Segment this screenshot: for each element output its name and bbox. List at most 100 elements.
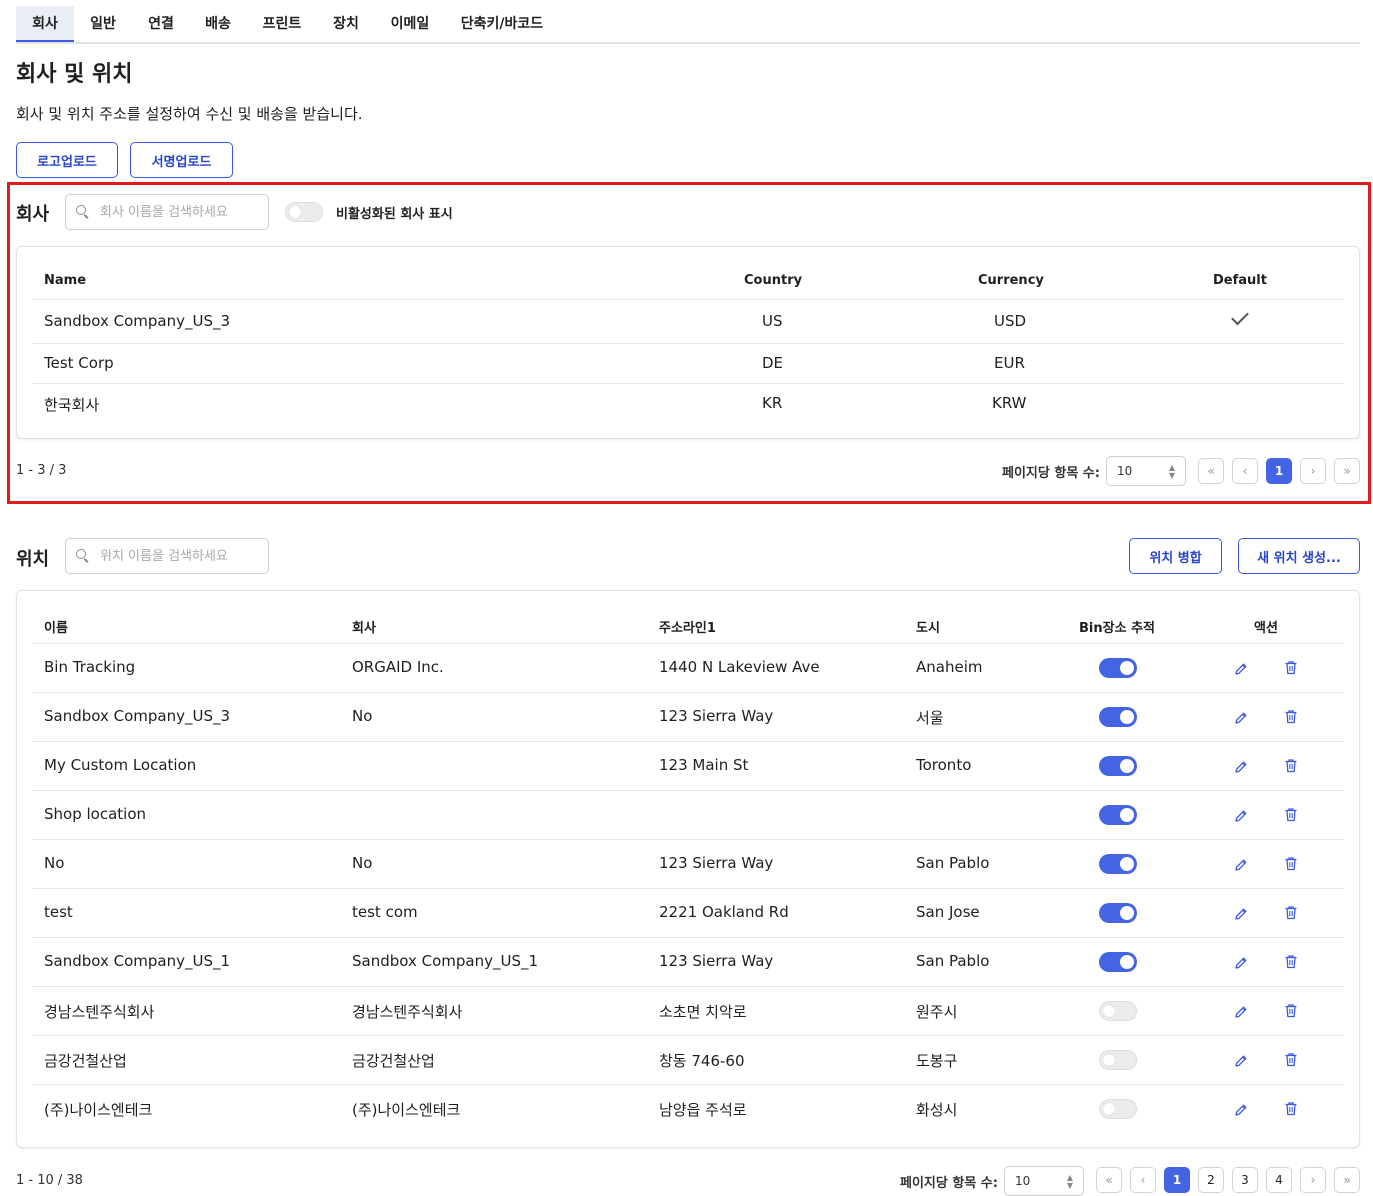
bin-tracking-toggle[interactable]	[1099, 1099, 1137, 1119]
edit-icon[interactable]	[1234, 1102, 1248, 1116]
column-header-country[interactable]: Country	[744, 273, 802, 288]
column-header-currency[interactable]: Currency	[978, 273, 1044, 288]
page-button-1[interactable]: 1	[1164, 1167, 1190, 1193]
show-inactive-toggle[interactable]	[285, 202, 323, 222]
location-company: Sandbox Company_US_1	[352, 952, 539, 970]
location-company: No	[352, 707, 373, 725]
trash-icon[interactable]	[1284, 709, 1298, 724]
company-name: 한국회사	[44, 396, 100, 414]
tab-shipping[interactable]: 배송	[190, 6, 246, 42]
upload-signature-button[interactable]: 서명업로드	[130, 142, 233, 178]
page-button-1[interactable]: 1	[1266, 458, 1292, 484]
bin-tracking-toggle[interactable]	[1099, 952, 1137, 972]
location-pagination-range: 1 - 10 / 38	[16, 1173, 83, 1188]
company-per-page-select[interactable]: 10 ▲ ▼	[1106, 456, 1186, 486]
tab-email[interactable]: 이메일	[374, 6, 446, 42]
company-pagination-range: 1 - 3 / 3	[16, 463, 67, 478]
column-header-company[interactable]: 회사	[352, 617, 376, 636]
bin-tracking-toggle[interactable]	[1099, 1001, 1137, 1021]
trash-icon[interactable]	[1284, 660, 1298, 675]
row-divider	[33, 1035, 1344, 1036]
company-search[interactable]	[65, 194, 269, 230]
chevron-double-left-icon[interactable]: «	[1198, 458, 1224, 484]
tab-company[interactable]: 회사	[16, 6, 74, 42]
location-company: (주)나이스엔테크	[352, 1101, 461, 1119]
trash-icon[interactable]	[1284, 1101, 1298, 1116]
trash-icon[interactable]	[1284, 1003, 1298, 1018]
edit-icon[interactable]	[1234, 906, 1248, 920]
tab-print[interactable]: 프린트	[246, 6, 318, 42]
page-button-3[interactable]: 3	[1232, 1167, 1258, 1193]
chevron-up-down-icon: ▲ ▼	[1168, 463, 1175, 480]
tab-general[interactable]: 일반	[74, 6, 132, 42]
page-title: 회사 및 위치	[16, 62, 133, 87]
edit-icon[interactable]	[1234, 857, 1248, 871]
location-search-input[interactable]	[100, 548, 260, 564]
location-search[interactable]	[65, 538, 269, 574]
page-button-2[interactable]: 2	[1198, 1167, 1224, 1193]
column-header-bin-tracking[interactable]: Bin장소 추적	[1079, 617, 1155, 636]
merge-locations-button[interactable]: 위치 병합	[1129, 538, 1222, 574]
column-header-city[interactable]: 도시	[916, 617, 940, 636]
company-currency: EUR	[994, 354, 1025, 372]
trash-icon[interactable]	[1284, 954, 1298, 969]
chevron-left-icon[interactable]: ‹	[1232, 458, 1258, 484]
column-header-name[interactable]: Name	[44, 273, 86, 288]
column-header-action: 액션	[1254, 621, 1278, 636]
bin-tracking-toggle[interactable]	[1099, 1050, 1137, 1070]
edit-icon[interactable]	[1234, 661, 1248, 675]
edit-icon[interactable]	[1234, 710, 1248, 724]
bin-tracking-toggle[interactable]	[1099, 854, 1137, 874]
trash-icon[interactable]	[1284, 1052, 1298, 1067]
location-address: 123 Main St	[659, 756, 749, 774]
row-divider	[33, 839, 1344, 840]
chevron-up-down-icon: ▲ ▼	[1066, 1173, 1073, 1190]
bin-tracking-toggle[interactable]	[1099, 756, 1137, 776]
column-header-default[interactable]: Default	[1213, 273, 1267, 288]
location-address: 2221 Oakland Rd	[659, 903, 789, 921]
column-header-address[interactable]: 주소라인1	[659, 617, 716, 636]
page-button-4[interactable]: 4	[1266, 1167, 1292, 1193]
row-divider	[33, 1084, 1344, 1085]
location-per-page-select[interactable]: 10 ▲ ▼	[1004, 1166, 1084, 1196]
tab-shortcuts-barcode[interactable]: 단축키/바코드	[446, 6, 558, 42]
trash-icon[interactable]	[1284, 905, 1298, 920]
edit-icon[interactable]	[1234, 955, 1248, 969]
create-location-button[interactable]: 새 위치 생성...	[1238, 538, 1360, 574]
location-name: 경남스텐주식회사	[44, 1003, 155, 1021]
location-name: Shop location	[44, 805, 147, 823]
chevron-double-right-icon[interactable]: »	[1334, 1167, 1360, 1193]
bin-tracking-toggle[interactable]	[1099, 903, 1137, 923]
chevron-double-left-icon[interactable]: «	[1096, 1167, 1122, 1193]
chevron-right-icon[interactable]: ›	[1300, 458, 1326, 484]
edit-icon[interactable]	[1234, 759, 1248, 773]
bin-tracking-toggle[interactable]	[1099, 658, 1137, 678]
location-company: test com	[352, 903, 418, 921]
company-search-input[interactable]	[100, 204, 260, 220]
edit-icon[interactable]	[1234, 808, 1248, 822]
column-header-name[interactable]: 이름	[44, 617, 68, 636]
tab-device[interactable]: 장치	[318, 6, 374, 42]
chevron-left-icon[interactable]: ‹	[1130, 1167, 1156, 1193]
edit-icon[interactable]	[1234, 1004, 1248, 1018]
edit-icon[interactable]	[1234, 1053, 1248, 1067]
row-divider	[33, 383, 1344, 384]
chevron-double-right-icon[interactable]: »	[1334, 458, 1360, 484]
company-country: KR	[762, 394, 783, 412]
location-city: 도봉구	[916, 1052, 958, 1070]
row-divider	[33, 790, 1344, 791]
trash-icon[interactable]	[1284, 758, 1298, 773]
location-name: Bin Tracking	[44, 658, 136, 676]
bin-tracking-toggle[interactable]	[1099, 707, 1137, 727]
company-name: Test Corp	[44, 354, 114, 372]
page-description: 회사 및 위치 주소를 설정하여 수신 및 배송을 받습니다.	[16, 105, 363, 123]
tab-connection[interactable]: 연결	[132, 6, 190, 42]
per-page-value: 10	[1117, 464, 1133, 478]
trash-icon[interactable]	[1284, 856, 1298, 871]
bin-tracking-toggle[interactable]	[1099, 805, 1137, 825]
row-divider	[33, 643, 1344, 644]
trash-icon[interactable]	[1284, 807, 1298, 822]
chevron-right-icon[interactable]: ›	[1300, 1167, 1326, 1193]
upload-logo-button[interactable]: 로고업로드	[16, 142, 118, 178]
location-per-page-label: 페이지당 항목 수:	[900, 1176, 998, 1191]
